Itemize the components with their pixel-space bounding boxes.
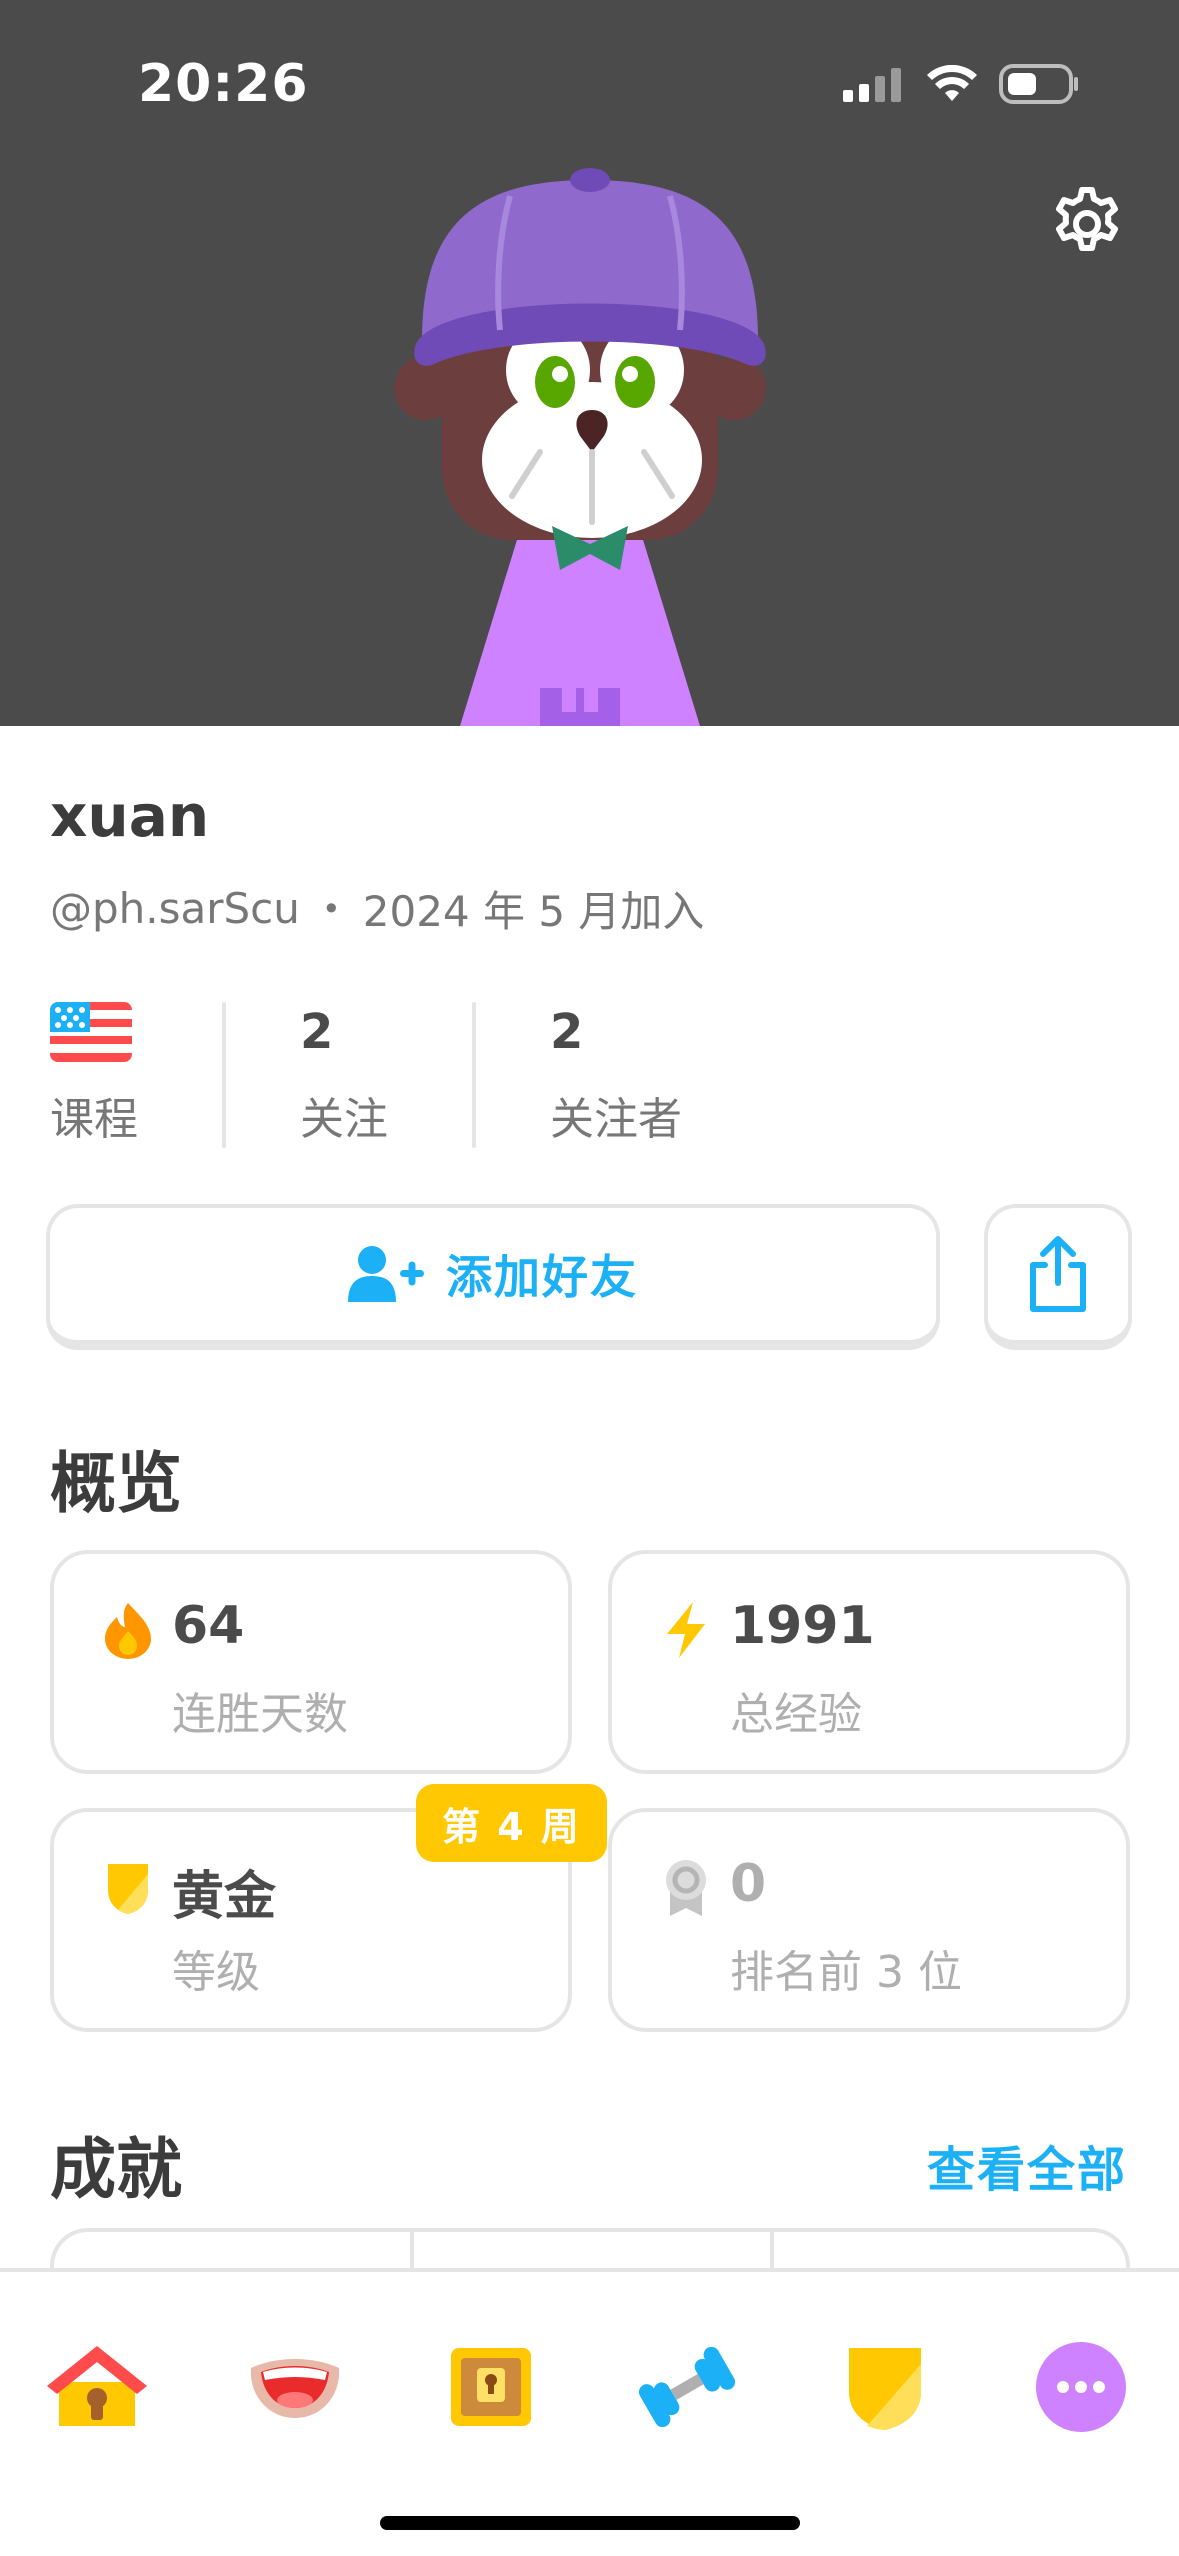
add-user-icon bbox=[348, 1246, 424, 1302]
tab-more[interactable] bbox=[1026, 2332, 1136, 2442]
overview-title: 概览 bbox=[50, 1445, 182, 1522]
achievement-divider bbox=[410, 2232, 414, 2268]
week-badge: 第 4 周 bbox=[416, 1784, 607, 1862]
home-icon bbox=[47, 2346, 147, 2426]
lightning-icon bbox=[656, 1600, 716, 1660]
following-stat[interactable]: 2 关注 bbox=[300, 1002, 388, 1148]
achievements-title: 成就 bbox=[50, 2131, 182, 2208]
share-button[interactable] bbox=[984, 1204, 1132, 1350]
join-date: 2024 年 5 月加入 bbox=[362, 887, 705, 936]
speaking-icon bbox=[250, 2359, 340, 2418]
status-icons bbox=[843, 64, 1079, 104]
xp-label: 总经验 bbox=[730, 1689, 862, 1740]
profile-stats: 课程 2 关注 2 关注者 bbox=[50, 1002, 682, 1148]
followers-label: 关注者 bbox=[550, 1094, 682, 1145]
stat-divider bbox=[222, 1002, 226, 1148]
following-label: 关注 bbox=[300, 1094, 388, 1145]
add-friend-label: 添加好友 bbox=[446, 1250, 638, 1304]
signal-icon bbox=[843, 68, 901, 102]
see-all-link[interactable]: 查看全部 bbox=[927, 2130, 1127, 2200]
top3-label: 排名前 3 位 bbox=[730, 1947, 962, 1998]
xp-value: 1991 bbox=[730, 1596, 875, 1656]
bottom-tab-bar bbox=[0, 2268, 1179, 2556]
separator-dot: • bbox=[321, 889, 341, 928]
tab-practice[interactable] bbox=[632, 2332, 742, 2442]
us-flag-icon bbox=[50, 1002, 132, 1062]
league-value: 黄金 bbox=[172, 1867, 277, 1927]
tab-leagues[interactable] bbox=[830, 2332, 940, 2442]
profile-name: xuan bbox=[50, 782, 210, 850]
medal-icon bbox=[656, 1858, 716, 1918]
settings-button[interactable] bbox=[1037, 174, 1137, 274]
league-label: 等级 bbox=[172, 1947, 260, 1998]
gear-icon bbox=[1056, 187, 1118, 251]
avatar bbox=[394, 168, 766, 726]
stat-divider bbox=[472, 1002, 476, 1148]
top3-value: 0 bbox=[730, 1854, 767, 1914]
followers-stat[interactable]: 2 关注者 bbox=[550, 1002, 682, 1148]
xp-card[interactable]: 1991 总经验 bbox=[608, 1550, 1130, 1774]
streak-label: 连胜天数 bbox=[172, 1689, 348, 1740]
profile-handle: @ph.sarScu bbox=[50, 884, 300, 933]
courses-label: 课程 bbox=[50, 1094, 138, 1145]
tab-home[interactable] bbox=[42, 2332, 152, 2442]
home-indicator bbox=[380, 2516, 800, 2530]
add-friend-button[interactable]: 添加好友 bbox=[46, 1204, 940, 1350]
tab-chest[interactable] bbox=[436, 2332, 546, 2442]
streak-value: 64 bbox=[172, 1596, 245, 1656]
profile-meta: @ph.sarScu • 2024 年 5 月加入 bbox=[50, 878, 704, 939]
tab-speaking[interactable] bbox=[240, 2332, 350, 2442]
treasure-chest-icon bbox=[451, 2348, 531, 2426]
battery-icon bbox=[999, 64, 1078, 104]
dumbbell-icon bbox=[638, 2346, 736, 2428]
profile-header: 20:26 bbox=[0, 0, 1179, 726]
top3-card[interactable]: 0 排名前 3 位 bbox=[608, 1808, 1130, 2032]
league-shield-icon bbox=[849, 2348, 921, 2430]
streak-card[interactable]: 64 连胜天数 bbox=[50, 1550, 572, 1774]
followers-count: 2 bbox=[550, 1004, 584, 1060]
more-icon bbox=[1036, 2342, 1126, 2432]
achievements-card[interactable] bbox=[50, 2228, 1130, 2268]
status-time: 20:26 bbox=[138, 54, 309, 114]
share-icon bbox=[1030, 1236, 1086, 1312]
courses-stat[interactable]: 课程 bbox=[50, 1002, 138, 1148]
flame-icon bbox=[98, 1600, 158, 1660]
gold-shield-icon bbox=[98, 1858, 158, 1918]
following-count: 2 bbox=[300, 1004, 334, 1060]
achievement-divider bbox=[770, 2232, 774, 2268]
wifi-icon bbox=[927, 65, 977, 101]
